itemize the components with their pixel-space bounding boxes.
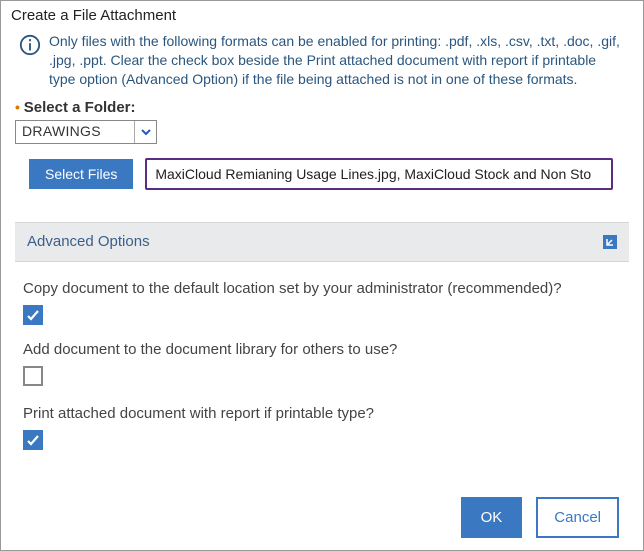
folder-label: Select a Folder: (24, 99, 136, 116)
options-block: Copy document to the default location se… (1, 262, 643, 466)
print-option-label: Print attached document with report if p… (23, 405, 625, 422)
folder-select[interactable]: DRAWINGS (15, 120, 157, 144)
required-asterisk: • (15, 99, 20, 115)
dialog-title: Create a File Attachment (1, 1, 643, 28)
advanced-options-title: Advanced Options (27, 233, 150, 250)
folder-block: • Select a Folder: DRAWINGS (1, 95, 643, 144)
library-option-label: Add document to the document library for… (23, 341, 625, 358)
info-icon (19, 34, 41, 56)
cancel-button[interactable]: Cancel (536, 497, 619, 538)
create-attachment-dialog: Create a File Attachment Only files with… (1, 1, 643, 466)
print-option-checkbox[interactable] (23, 430, 43, 450)
copy-option-label: Copy document to the default location se… (23, 280, 625, 297)
copy-option-checkbox[interactable] (23, 305, 43, 325)
info-text: Only files with the following formats ca… (49, 32, 625, 89)
select-files-button[interactable]: Select Files (29, 159, 133, 189)
library-option-checkbox[interactable] (23, 366, 43, 386)
dialog-footer: OK Cancel (461, 497, 619, 538)
files-row: Select Files MaxiCloud Remianing Usage L… (1, 144, 643, 200)
info-row: Only files with the following formats ca… (1, 28, 643, 95)
selected-files-text: MaxiCloud Remianing Usage Lines.jpg, Max… (155, 166, 591, 182)
folder-select-value: DRAWINGS (16, 121, 134, 143)
folder-label-row: • Select a Folder: (15, 99, 629, 116)
ok-button[interactable]: OK (461, 497, 523, 538)
selected-files-field[interactable]: MaxiCloud Remianing Usage Lines.jpg, Max… (145, 158, 613, 190)
advanced-options-header[interactable]: Advanced Options (15, 222, 629, 262)
folder-select-dropdown-button[interactable] (134, 121, 156, 143)
collapse-icon (603, 235, 617, 249)
